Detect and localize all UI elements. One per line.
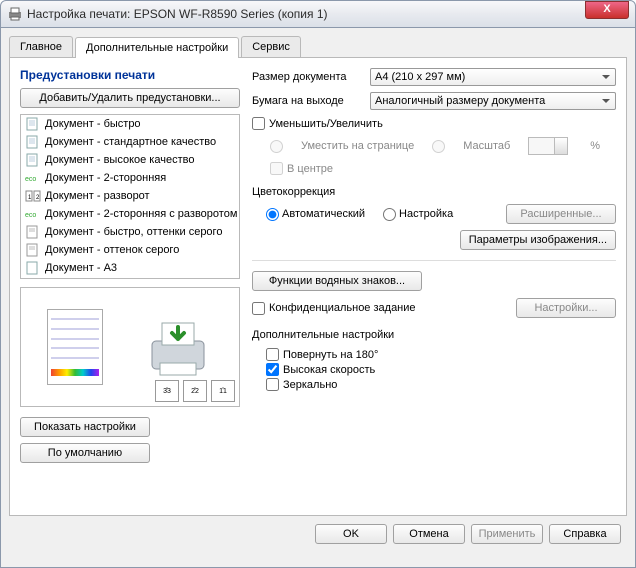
scale-spinner bbox=[528, 137, 568, 155]
preset-list[interactable]: Документ - быстро Документ - стандартное… bbox=[20, 114, 240, 279]
dialog-footer: OK Отмена Применить Справка bbox=[9, 516, 627, 544]
doc-size-dropdown[interactable]: А4 (210 x 297 мм) bbox=[370, 68, 616, 86]
add-remove-presets-button[interactable]: Добавить/Удалить предустановки... bbox=[20, 88, 240, 108]
reduce-enlarge-checkbox[interactable] bbox=[252, 117, 265, 130]
confidential-label: Конфиденциальное задание bbox=[269, 302, 416, 314]
tab-content: Предустановки печати Добавить/Удалить пр… bbox=[9, 58, 627, 516]
preset-label: Документ - быстро bbox=[45, 118, 141, 130]
preset-item[interactable]: Документ - стандартное качество bbox=[21, 133, 239, 151]
tab-main[interactable]: Главное bbox=[9, 36, 73, 57]
fit-page-label: Уместить на странице bbox=[301, 140, 414, 152]
highspeed-checkbox[interactable] bbox=[266, 363, 279, 376]
fit-page-radio bbox=[270, 140, 283, 153]
close-button[interactable]: X bbox=[585, 1, 629, 19]
tab-extra[interactable]: Дополнительные настройки bbox=[75, 37, 239, 58]
confidential-checkbox[interactable] bbox=[252, 302, 265, 315]
preset-label: Документ - быстро, оттенки серого bbox=[45, 226, 222, 238]
doc-icon bbox=[25, 153, 41, 167]
defaults-button[interactable]: По умолчанию bbox=[20, 443, 150, 463]
highspeed-label: Высокая скорость bbox=[283, 364, 375, 376]
cancel-button[interactable]: Отмена bbox=[393, 524, 465, 544]
left-column: Предустановки печати Добавить/Удалить пр… bbox=[20, 68, 240, 505]
confidential-settings-button: Настройки... bbox=[516, 298, 616, 318]
eco-icon: eco bbox=[25, 171, 41, 185]
preset-label: Документ - 2-сторонняя bbox=[45, 172, 166, 184]
svg-text:eco: eco bbox=[25, 176, 36, 183]
preset-label: Документ - высокое качество bbox=[45, 154, 194, 166]
eco-icon: eco bbox=[25, 207, 41, 221]
tab-bar: Главное Дополнительные настройки Сервис bbox=[9, 36, 627, 58]
apply-button: Применить bbox=[471, 524, 543, 544]
advanced-button: Расширенные... bbox=[506, 204, 616, 224]
preset-item[interactable]: Документ - быстро bbox=[21, 115, 239, 133]
doc-gray-icon bbox=[25, 225, 41, 239]
doc-icon bbox=[25, 261, 41, 275]
preview-page bbox=[47, 309, 103, 385]
preset-label: Документ - стандартное качество bbox=[45, 136, 216, 148]
preset-item[interactable]: Документ - оттенок серого bbox=[21, 241, 239, 259]
doc-icon bbox=[25, 135, 41, 149]
reduce-enlarge-label: Уменьшить/Увеличить bbox=[269, 118, 383, 130]
preset-item[interactable]: eco Документ - 2-сторонняя с разворотом bbox=[21, 205, 239, 223]
paper-out-dropdown[interactable]: Аналогичный размеру документа bbox=[370, 92, 616, 110]
preset-item[interactable]: Документ - быстро, оттенки серого bbox=[21, 223, 239, 241]
scale-label: Масштаб bbox=[463, 140, 510, 152]
color-auto-label: Автоматический bbox=[282, 208, 365, 220]
preset-label: Документ - 2-сторонняя с разворотом bbox=[45, 208, 237, 220]
preview-box: 3̂3 2̂2 1̂1 bbox=[20, 287, 240, 407]
window-title: Настройка печати: EPSON WF-R8590 Series … bbox=[27, 7, 328, 21]
preset-item[interactable]: Документ - А3 bbox=[21, 259, 239, 277]
mini-icon[interactable]: 1̂1 bbox=[211, 380, 235, 402]
titlebar: Настройка печати: EPSON WF-R8590 Series … bbox=[0, 0, 636, 28]
printer-icon bbox=[7, 6, 23, 22]
mini-icon[interactable]: 3̂3 bbox=[155, 380, 179, 402]
spread-icon: 12 bbox=[25, 189, 41, 203]
rotate180-checkbox[interactable] bbox=[266, 348, 279, 361]
color-correction-label: Цветокоррекция bbox=[252, 186, 616, 198]
additional-settings-label: Дополнительные настройки bbox=[252, 329, 616, 341]
color-auto-radio[interactable] bbox=[266, 208, 279, 221]
presets-header: Предустановки печати bbox=[20, 68, 240, 82]
svg-text:eco: eco bbox=[25, 212, 36, 219]
preset-item[interactable]: Документ - высокое качество bbox=[21, 151, 239, 169]
ok-button[interactable]: OK bbox=[315, 524, 387, 544]
image-params-button[interactable]: Параметры изображения... bbox=[460, 230, 616, 250]
right-column: Размер документа А4 (210 x 297 мм) Бумаг… bbox=[252, 68, 616, 505]
rotate180-label: Повернуть на 180° bbox=[283, 349, 378, 361]
doc-size-label: Размер документа bbox=[252, 71, 362, 83]
preset-item[interactable]: 12 Документ - разворот bbox=[21, 187, 239, 205]
preset-label: Документ - разворот bbox=[45, 190, 150, 202]
scale-radio bbox=[432, 140, 445, 153]
help-button[interactable]: Справка bbox=[549, 524, 621, 544]
show-settings-button[interactable]: Показать настройки bbox=[20, 417, 150, 437]
preset-label: Документ - оттенок серого bbox=[45, 244, 179, 256]
percent-label: % bbox=[590, 140, 600, 152]
tab-service[interactable]: Сервис bbox=[241, 36, 301, 57]
window-body: Главное Дополнительные настройки Сервис … bbox=[0, 28, 636, 568]
preset-item[interactable]: eco Документ - 2-сторонняя bbox=[21, 169, 239, 187]
color-manual-radio[interactable] bbox=[383, 208, 396, 221]
doc-icon bbox=[25, 117, 41, 131]
printer-preview-icon bbox=[142, 311, 214, 383]
mirror-label: Зеркально bbox=[283, 379, 337, 391]
paper-out-label: Бумага на выходе bbox=[252, 95, 362, 107]
preset-label: Документ - А3 bbox=[45, 262, 117, 274]
mirror-checkbox[interactable] bbox=[266, 378, 279, 391]
watermark-button[interactable]: Функции водяных знаков... bbox=[252, 271, 422, 291]
doc-gray-icon bbox=[25, 243, 41, 257]
mini-icon[interactable]: 2̂2 bbox=[183, 380, 207, 402]
rainbow-bar bbox=[51, 369, 99, 376]
center-label: В центре bbox=[287, 163, 333, 175]
center-checkbox bbox=[270, 162, 283, 175]
color-manual-label: Настройка bbox=[399, 208, 453, 220]
mini-icons: 3̂3 2̂2 1̂1 bbox=[155, 380, 235, 402]
